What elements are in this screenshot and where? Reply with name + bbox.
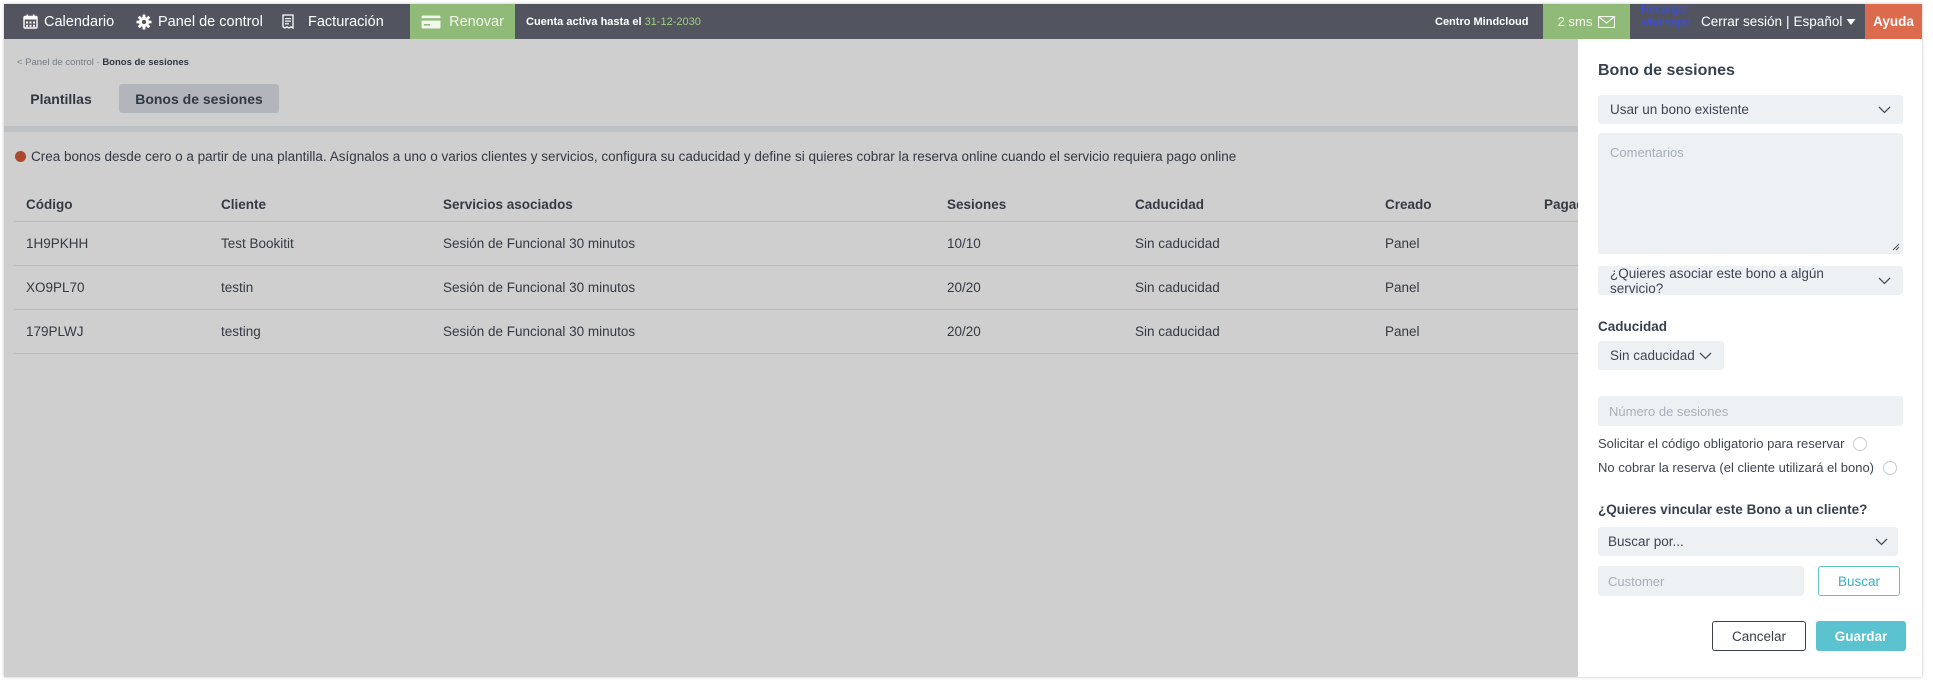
credit-card-icon	[421, 15, 441, 28]
recharge-whatsapp-link[interactable]: Recargar whatsapp	[1641, 4, 1690, 39]
chevron-down-icon	[1878, 106, 1891, 113]
resize-grip-icon[interactable]	[1891, 242, 1900, 251]
require-code-label: Solicitar el código obligatorio para res…	[1598, 436, 1845, 451]
logout-link[interactable]: Cerrar sesión	[1701, 14, 1782, 29]
nav-billing-label: Facturación	[308, 13, 384, 30]
sms-label: 2 sms	[1557, 14, 1593, 29]
nav-billing[interactable]: Facturación	[282, 4, 384, 39]
receipt-icon	[282, 14, 294, 29]
require-code-checkbox[interactable]	[1853, 436, 1868, 451]
search-button[interactable]: Buscar	[1818, 566, 1900, 596]
sessions-number-input[interactable]: Número de sesiones	[1598, 396, 1903, 426]
panel-title: Bono de sesiones	[1598, 62, 1735, 79]
top-navigation-bar: Calendario Panel de control Facturación	[4, 4, 1922, 39]
existing-voucher-value: Usar un bono existente	[1610, 102, 1749, 117]
chevron-down-icon	[1875, 538, 1888, 545]
expiry-value: Sin caducidad	[1610, 348, 1695, 363]
account-text: Cuenta activa hasta el	[526, 15, 642, 28]
chevron-down-icon	[1878, 277, 1891, 284]
center-name: Centro Mindcloud	[1435, 15, 1529, 28]
account-status: Cuenta activa hasta el 31-12-2030	[526, 4, 701, 39]
caret-down-icon[interactable]	[1846, 18, 1856, 26]
account-date: 31-12-2030	[644, 15, 701, 28]
require-code-row: Solicitar el código obligatorio para res…	[1598, 436, 1868, 451]
no-charge-row: No cobrar la reserva (el cliente utiliza…	[1598, 460, 1898, 475]
whatsapp-line-2: whatsapp	[1641, 16, 1691, 29]
nav-control-panel-label: Panel de control	[158, 13, 263, 30]
sms-balance-button[interactable]: 2 sms	[1543, 4, 1630, 39]
calendar-icon	[23, 14, 38, 29]
language-selector[interactable]: Español	[1794, 14, 1843, 29]
cancel-button[interactable]: Cancelar	[1712, 621, 1806, 651]
session-menu: Cerrar sesión | Español	[1701, 4, 1856, 39]
search-by-value: Buscar por...	[1608, 534, 1684, 549]
envelope-icon	[1598, 15, 1616, 28]
save-button[interactable]: Guardar	[1816, 621, 1906, 651]
existing-voucher-select[interactable]: Usar un bono existente	[1598, 95, 1903, 124]
link-client-label: ¿Quieres vincular este Bono a un cliente…	[1598, 502, 1868, 517]
help-button[interactable]: Ayuda	[1865, 4, 1922, 39]
associate-service-select[interactable]: ¿Quieres asociar este bono a algún servi…	[1598, 265, 1903, 296]
renew-button[interactable]: Renovar	[410, 4, 515, 39]
comments-placeholder: Comentarios	[1610, 145, 1684, 160]
no-charge-checkbox[interactable]	[1883, 460, 1898, 475]
associate-service-value: ¿Quieres asociar este bono a algún servi…	[1610, 265, 1824, 296]
comments-textarea[interactable]: Comentarios	[1598, 133, 1903, 254]
nav-control-panel[interactable]: Panel de control	[136, 4, 263, 39]
nav-calendar-label: Calendario	[44, 13, 115, 30]
search-by-select[interactable]: Buscar por...	[1598, 527, 1898, 556]
customer-input[interactable]: Customer	[1598, 566, 1804, 596]
gear-icon	[136, 14, 152, 29]
whatsapp-line-1: Recargar	[1641, 4, 1689, 16]
session-voucher-panel: Bono de sesiones Usar un bono existente …	[1578, 39, 1922, 677]
app-window: Calendario Panel de control Facturación	[4, 4, 1922, 677]
expiry-select[interactable]: Sin caducidad	[1598, 341, 1724, 370]
chevron-down-icon	[1699, 352, 1712, 359]
expiry-label: Caducidad	[1598, 319, 1668, 334]
nav-calendar[interactable]: Calendario	[23, 4, 114, 39]
renew-label: Renovar	[449, 13, 504, 30]
sessions-number-placeholder: Número de sesiones	[1609, 403, 1729, 419]
customer-placeholder: Customer	[1608, 573, 1665, 589]
menu-separator: |	[1786, 14, 1790, 29]
no-charge-label: No cobrar la reserva (el cliente utiliza…	[1598, 460, 1875, 475]
